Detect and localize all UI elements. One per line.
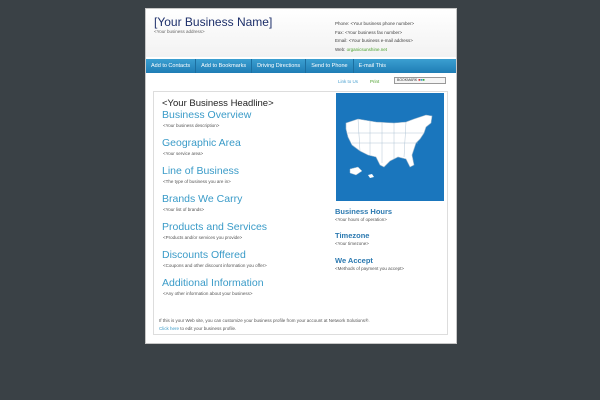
side-desc-we-accept: <Methods of payment you accept> xyxy=(335,266,405,271)
bookmark-button[interactable]: BOOKMARK ■■■ xyxy=(394,77,446,84)
side-title-business-hours: Business Hours xyxy=(335,207,393,216)
section-title-products-services: Products and Services xyxy=(162,221,268,233)
page-card: [Your Business Name] <Your business addr… xyxy=(145,8,457,344)
section-title-additional-info: Additional Information xyxy=(162,277,264,289)
us-map-icon xyxy=(345,114,433,178)
fax-line: Fax: <Your business fax number> xyxy=(335,29,403,35)
section-title-line-of-business: Line of Business xyxy=(162,165,240,177)
print-link[interactable]: Print xyxy=(370,79,379,84)
email-line: Email: <Your business e-mail address> xyxy=(335,38,413,43)
us-map-image[interactable] xyxy=(336,93,444,201)
footer-line-2: Click here to edit your business profile… xyxy=(159,325,370,333)
section-title-geographic-area: Geographic Area xyxy=(162,137,241,149)
section-desc-geographic-area: <Your service area> xyxy=(163,151,204,156)
footer-line-1: If this is your Web site, you can custom… xyxy=(159,318,370,323)
contact-info: Phone: <Your business phone number> Fax:… xyxy=(335,20,414,54)
business-headline: <Your Business Headline> xyxy=(162,98,274,109)
section-title-discounts: Discounts Offered xyxy=(162,249,246,261)
link-to-us-link[interactable]: Link to Us xyxy=(338,79,358,84)
nav-email-this[interactable]: E-mail This xyxy=(354,59,391,73)
business-address: <Your business address> xyxy=(154,29,205,34)
web-label: Web: xyxy=(335,46,347,52)
phone-line: Phone: <Your business phone number> xyxy=(335,21,415,26)
web-line: Web: organicsunshine.net xyxy=(335,46,414,55)
side-title-we-accept: We Accept xyxy=(335,256,373,265)
bookmark-label: BOOKMARK xyxy=(397,78,418,82)
section-desc-products-services: <Products and/or services you provide> xyxy=(163,235,243,240)
nav-add-to-bookmarks[interactable]: Add to Bookmarks xyxy=(196,59,253,73)
section-title-brands: Brands We Carry xyxy=(162,193,243,205)
business-name: [Your Business Name] xyxy=(154,15,273,29)
click-here-link[interactable]: Click here xyxy=(159,326,179,331)
section-desc-brands: <Your list of brands> xyxy=(163,207,205,212)
side-desc-business-hours: <Your hours of operation> xyxy=(335,217,387,222)
side-title-timezone: Timezone xyxy=(335,231,370,240)
footer-line-2-text: to edit your business profile. xyxy=(179,326,237,331)
web-link[interactable]: organicsunshine.net xyxy=(347,47,387,52)
section-desc-discounts: <Coupons and other discount information … xyxy=(163,263,267,268)
section-desc-line-of-business: <The type of business you are in> xyxy=(163,179,231,184)
header: [Your Business Name] <Your business addr… xyxy=(146,9,456,57)
section-title-business-overview: Business Overview xyxy=(162,109,252,121)
footer-note: If this is your Web site, you can custom… xyxy=(159,317,370,333)
nav-bar: Add to Contacts Add to Bookmarks Driving… xyxy=(146,59,456,73)
nav-add-to-contacts[interactable]: Add to Contacts xyxy=(146,59,197,73)
side-desc-timezone: <Your timezone> xyxy=(335,241,369,246)
nav-driving-directions[interactable]: Driving Directions xyxy=(252,59,307,73)
nav-send-to-phone[interactable]: Send to Phone xyxy=(306,59,354,73)
section-desc-additional-info: <Any other information about your busine… xyxy=(163,291,253,296)
section-desc-business-overview: <Your business description> xyxy=(163,123,220,128)
